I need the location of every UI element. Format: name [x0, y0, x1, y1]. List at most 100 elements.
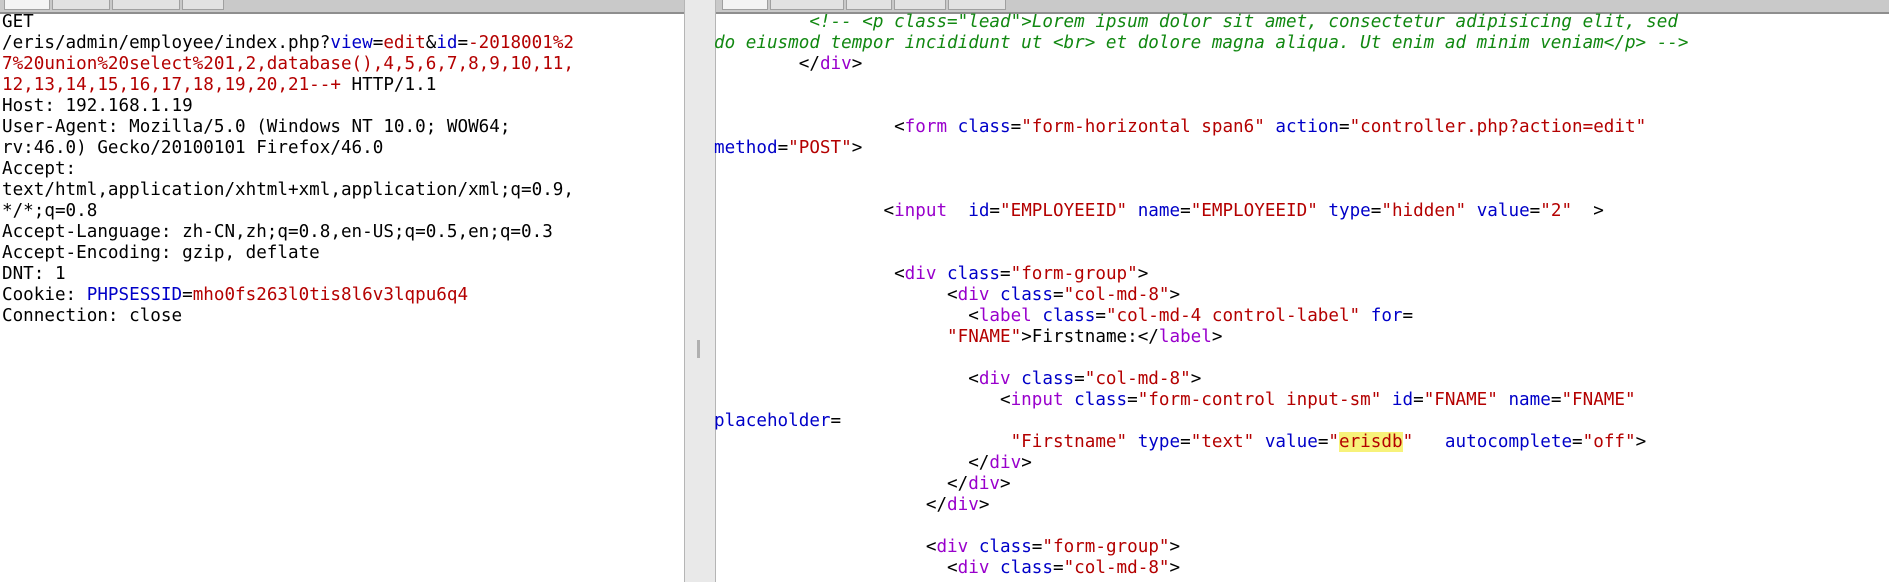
response-tab[interactable]: [770, 0, 844, 10]
response-token: label: [1158, 327, 1212, 347]
splitter-grip[interactable]: [697, 340, 700, 358]
response-token: >: [1021, 453, 1032, 473]
request-token: GET: [2, 12, 34, 32]
response-token: >Firstname:</: [1021, 327, 1159, 347]
response-token: class: [1031, 306, 1096, 326]
request-token: */*;q=0.8: [2, 201, 98, 221]
response-line: "FNAME">Firstname:</label>: [714, 327, 1222, 348]
response-token: "col-md-8": [1063, 558, 1170, 578]
response-line: </div>: [714, 495, 990, 516]
response-token: <: [883, 201, 895, 221]
request-token: Cookie:: [2, 285, 87, 305]
response-line: <div class="form-group">: [714, 264, 1148, 285]
request-token: &: [425, 33, 437, 53]
response-line: </div>: [714, 54, 863, 75]
response-token: ": [1328, 432, 1339, 452]
response-token: autocomplete: [1413, 432, 1573, 452]
response-token: <: [925, 537, 937, 557]
response-token: >: [1169, 558, 1181, 578]
response-token: =: [1550, 390, 1562, 410]
response-token: value: [1466, 201, 1530, 221]
request-line: /eris/admin/employee/index.php?view = edit…: [2, 33, 574, 54]
response-token: >: [978, 495, 990, 515]
response-line: "Firstname" type="text" value="erisdb" a…: [714, 432, 1646, 453]
response-token: id: [947, 201, 990, 221]
response-token: </: [968, 453, 990, 473]
response-token: name: [1497, 390, 1551, 410]
request-tab[interactable]: [182, 0, 224, 10]
request-tab[interactable]: [112, 0, 180, 10]
response-token: "col-md-8": [1063, 285, 1170, 305]
response-token: "POST": [788, 138, 852, 158]
response-token: =: [1413, 390, 1424, 410]
response-token: "EMPLOYEEID": [1190, 201, 1318, 221]
response-token: "FNAME": [947, 327, 1022, 347]
request-line: Host: 192.168.1.19: [2, 96, 193, 117]
response-token: "form-control input-sm": [1137, 390, 1382, 410]
request-line: GET: [2, 12, 34, 33]
request-editor[interactable]: GET/eris/admin/employee/index.php?view = e…: [2, 12, 682, 582]
response-token: =: [1529, 201, 1541, 221]
response-token: =: [1180, 201, 1191, 221]
response-token: "text": [1190, 432, 1255, 452]
response-token: =: [1095, 306, 1106, 326]
response-token: "hidden": [1381, 201, 1467, 221]
response-token: "2": [1540, 201, 1573, 221]
response-token: method: [714, 138, 778, 158]
response-token: <: [894, 117, 905, 137]
request-token: Accept:: [2, 159, 77, 179]
request-tab[interactable]: [52, 0, 110, 10]
response-token: "off": [1582, 432, 1636, 452]
response-token: <: [947, 558, 958, 578]
request-line: Accept:: [2, 159, 76, 180]
response-token: class: [936, 264, 1001, 284]
response-token: <: [947, 285, 958, 305]
request-token: Connection: close: [2, 306, 183, 326]
request-line: Cookie: PHPSESSID=mho0fs263l0tis8l6v3lqp…: [2, 285, 468, 306]
response-token: "form-group": [1042, 537, 1170, 557]
response-tab[interactable]: [722, 0, 768, 10]
response-token: div: [978, 369, 1011, 389]
request-token: =: [457, 33, 469, 53]
request-token: /eris/admin/employee/index.php?: [2, 33, 331, 53]
response-tab[interactable]: [846, 0, 892, 10]
request-tab[interactable]: [4, 0, 50, 10]
response-token: =: [830, 411, 842, 431]
response-token: class: [989, 558, 1053, 578]
response-token: "form-group": [1010, 264, 1138, 284]
response-tab[interactable]: [948, 0, 1006, 10]
request-token: mho0fs263l0tis8l6v3lqpu6q4: [192, 285, 469, 305]
response-token: name: [1127, 201, 1181, 221]
response-token: =: [1317, 432, 1329, 452]
response-token: =: [989, 201, 1001, 221]
response-token: >: [1635, 432, 1647, 452]
pane-splitter[interactable]: [684, 0, 716, 582]
request-token: Accept-Language: zh-CN,zh;q=0.8,en-US;q=…: [2, 222, 553, 242]
response-token: "FNAME": [1561, 390, 1636, 410]
response-token: >: [1000, 474, 1011, 494]
request-token: text/html,application/xhtml+xml,applicat…: [2, 180, 574, 200]
response-token: for: [1360, 306, 1403, 326]
response-token: >: [1137, 264, 1149, 284]
response-line: placeholder=: [714, 411, 841, 432]
response-viewer[interactable]: <!-- <p class="lead">Lorem ipsum dolor s…: [714, 12, 1889, 582]
request-token: edit: [383, 33, 426, 53]
response-token: >: [851, 54, 863, 74]
request-token: view: [330, 33, 373, 53]
request-token: id: [436, 33, 458, 53]
response-token: "Firstname": [1010, 432, 1128, 452]
request-token: rv:46.0) Gecko/20100101 Firefox/46.0: [2, 138, 384, 158]
response-token: =: [1402, 306, 1414, 326]
response-token: </: [925, 495, 948, 515]
response-token: class: [1010, 369, 1075, 389]
response-token: =: [1031, 537, 1043, 557]
response-token: ": [1402, 432, 1414, 452]
response-token: >: [851, 138, 863, 158]
response-tab[interactable]: [894, 0, 946, 10]
